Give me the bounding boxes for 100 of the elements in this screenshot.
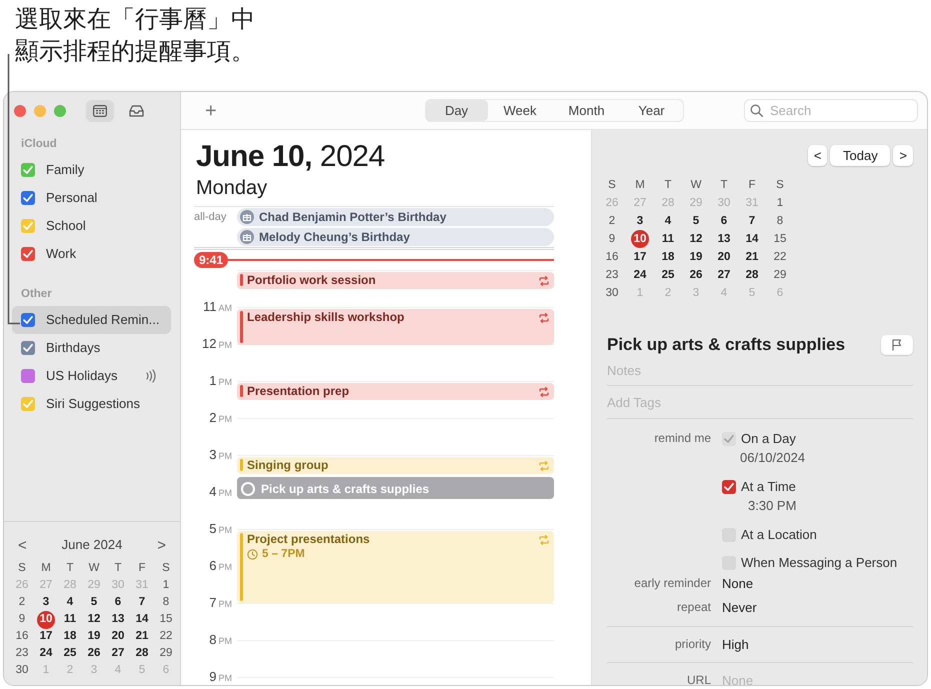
calendar-day[interactable]: 3 [34, 594, 58, 611]
calendar-list-item[interactable]: Siri Suggestions [12, 390, 171, 418]
calendar-day[interactable]: 30 [10, 662, 34, 679]
calendar-day[interactable]: 22 [766, 248, 794, 266]
calendar-day[interactable]: 8 [766, 212, 794, 230]
calendar-day[interactable]: 24 [626, 266, 654, 284]
birthday-event[interactable]: Chad Benjamin Potter’s Birthday [237, 208, 554, 226]
calendar-day[interactable]: 5 [682, 212, 710, 230]
view-tab[interactable]: Day [426, 100, 488, 121]
calendar-day[interactable]: 26 [82, 645, 106, 662]
calendar-day[interactable]: 16 [10, 628, 34, 645]
calendar-day[interactable]: 18 [58, 628, 82, 645]
add-button[interactable]: + [201, 100, 221, 120]
calendar-day[interactable]: 23 [598, 266, 626, 284]
birthday-event[interactable]: Melody Cheung’s Birthday [237, 228, 554, 246]
view-tab[interactable]: Year [620, 100, 682, 121]
calendar-day[interactable]: 2 [10, 594, 34, 611]
calendar-day[interactable]: 13 [710, 230, 738, 248]
view-tab[interactable]: Month [552, 100, 620, 121]
calendar-list-icon[interactable] [86, 100, 114, 122]
calendar-list-item[interactable]: School [12, 212, 171, 240]
checked-checkbox[interactable] [21, 341, 35, 355]
calendar-day[interactable]: 14 [130, 611, 154, 628]
calendar-day[interactable]: 30 [598, 284, 626, 302]
checked-checkbox[interactable] [21, 247, 35, 261]
calendar-day[interactable]: 4 [58, 594, 82, 611]
calendar-day[interactable]: 27 [106, 645, 130, 662]
calendar-day[interactable]: 6 [106, 594, 130, 611]
checked-checkbox[interactable] [21, 313, 35, 327]
calendar-day[interactable]: 29 [766, 266, 794, 284]
checked-checkbox[interactable] [21, 397, 35, 411]
calendar-list-item[interactable]: Personal [12, 184, 171, 212]
calendar-list-item[interactable]: Birthdays [12, 334, 171, 362]
calendar-list-item[interactable]: Family [12, 156, 171, 184]
calendar-day[interactable]: 17 [34, 628, 58, 645]
window-control-icon[interactable] [14, 105, 26, 117]
calendar-day[interactable]: 10 [626, 230, 654, 248]
unchecked-checkbox[interactable] [21, 369, 35, 383]
calendar-event[interactable]: Presentation prep [237, 383, 554, 400]
checked-checkbox[interactable] [722, 480, 736, 494]
checked-checkbox[interactable] [21, 191, 35, 205]
calendar-day[interactable]: 17 [626, 248, 654, 266]
calendar-day[interactable]: 7 [130, 594, 154, 611]
calendar-day[interactable]: 1 [766, 194, 794, 212]
previous-month-button[interactable]: < [16, 538, 29, 552]
calendar-day[interactable]: 25 [654, 266, 682, 284]
calendar-day[interactable]: 21 [130, 628, 154, 645]
calendar-day[interactable]: 9 [598, 230, 626, 248]
calendar-day[interactable]: 15 [154, 611, 178, 628]
calendar-day[interactable]: 12 [682, 230, 710, 248]
window-control-icon[interactable] [34, 105, 46, 117]
today-button[interactable]: Today [830, 145, 890, 166]
calendar-day[interactable]: 19 [82, 628, 106, 645]
calendar-day[interactable]: 21 [738, 248, 766, 266]
calendar-day[interactable]: 14 [738, 230, 766, 248]
calendar-day[interactable]: 8 [154, 594, 178, 611]
calendar-day[interactable]: 5 [82, 594, 106, 611]
search-field[interactable]: Search [744, 99, 918, 122]
calendar-day[interactable]: 29 [154, 645, 178, 662]
calendar-day[interactable]: 11 [58, 611, 82, 628]
calendar-event[interactable]: Singing group [237, 457, 554, 474]
calendar-day[interactable]: 11 [654, 230, 682, 248]
calendar-day[interactable]: 28 [130, 645, 154, 662]
calendar-list-item[interactable]: Scheduled Remin... [12, 306, 171, 334]
calendar-day[interactable]: 15 [766, 230, 794, 248]
calendar-day[interactable]: 25 [58, 645, 82, 662]
calendar-day[interactable]: 22 [154, 628, 178, 645]
calendar-day[interactable]: 16 [598, 248, 626, 266]
calendar-day[interactable]: 3 [626, 212, 654, 230]
calendar-event[interactable]: Portfolio work session [237, 272, 554, 289]
calendar-day[interactable]: 24 [34, 645, 58, 662]
calendar-day[interactable]: 28 [738, 266, 766, 284]
calendar-event[interactable]: Leadership skills workshop [237, 309, 554, 345]
flag-button[interactable] [881, 335, 913, 355]
calendar-event[interactable]: Project presentations 5 – 7PM [237, 531, 554, 603]
calendar-day[interactable]: 10 [34, 611, 58, 628]
calendar-day[interactable]: 27 [710, 266, 738, 284]
calendar-day[interactable]: 18 [654, 248, 682, 266]
calendar-day[interactable]: 4 [654, 212, 682, 230]
calendar-day[interactable]: 7 [738, 212, 766, 230]
calendar-day[interactable]: 12 [82, 611, 106, 628]
window-control-icon[interactable] [54, 105, 66, 117]
next-day-button[interactable]: > [893, 145, 913, 166]
calendar-day[interactable]: 1 [154, 577, 178, 594]
checked-checkbox[interactable] [21, 219, 35, 233]
calendar-day[interactable]: 26 [682, 266, 710, 284]
view-tab[interactable]: Week [488, 100, 552, 121]
calendar-day[interactable]: 20 [106, 628, 130, 645]
calendar-day[interactable]: 20 [710, 248, 738, 266]
previous-day-button[interactable]: < [808, 145, 828, 166]
calendar-list-item[interactable]: Work [12, 240, 171, 268]
calendar-day[interactable]: 9 [10, 611, 34, 628]
calendar-day[interactable]: 13 [106, 611, 130, 628]
next-month-button[interactable]: > [155, 538, 168, 552]
calendar-day[interactable]: 2 [598, 212, 626, 230]
calendar-list-item[interactable]: US Holidays [12, 362, 171, 390]
calendar-day[interactable]: 6 [710, 212, 738, 230]
checked-checkbox[interactable] [21, 163, 35, 177]
calendar-day[interactable]: 19 [682, 248, 710, 266]
calendar-day[interactable]: 23 [10, 645, 34, 662]
